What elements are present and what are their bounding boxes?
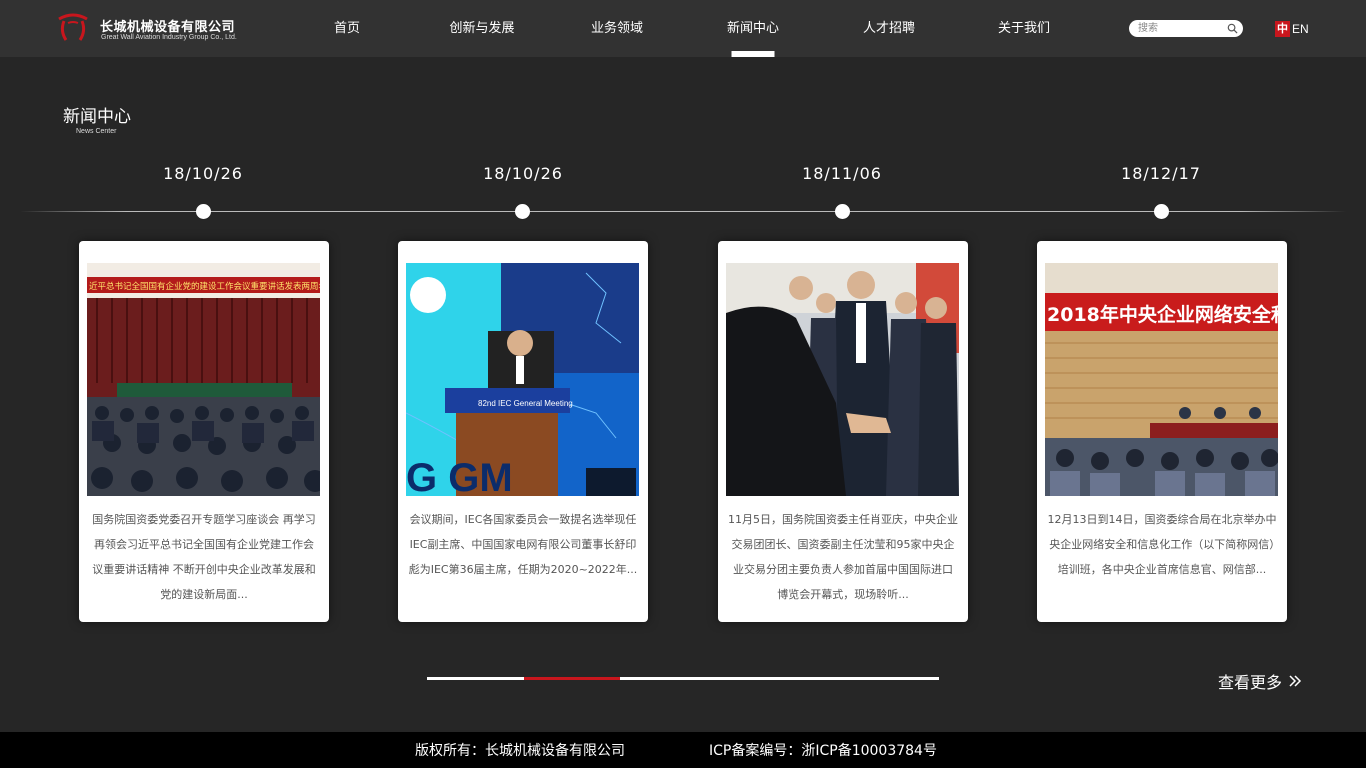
view-more-label: 查看更多 xyxy=(1218,673,1283,692)
search-box xyxy=(1129,20,1243,37)
nav-innovation[interactable]: 创新与发展 xyxy=(445,0,519,57)
double-chevron-right-icon xyxy=(1289,675,1302,687)
news-summary: 会议期间，IEC各国家委员会一致提名选举现任IEC副主席、中国国家电网有限公司董… xyxy=(408,513,638,576)
news-photo-meeting: 近平总书记全国国有企业党的建设工作会议重要讲话发表两周年学习座谈会 xyxy=(87,263,320,496)
news-photo-speech: 82nd IEC General Meeting G GM xyxy=(406,263,639,496)
search-icon[interactable] xyxy=(1227,23,1238,34)
news-summary: 12月13日到14日，国资委综合局在北京举办中央企业网络安全和信息化工作（以下简… xyxy=(1047,513,1277,576)
logo-company-name: 长城机械设备有限公司 xyxy=(100,20,236,35)
news-card[interactable]: 近平总书记全国国有企业党的建设工作会议重要讲话发表两周年学习座谈会 xyxy=(79,241,329,622)
news-card[interactable]: 11月5日，国务院国资委主任肖亚庆，中央企业交易团团长、国资委副主任沈莹和95家… xyxy=(718,241,968,622)
footer-copyright: 版权所有：长城机械设备有限公司 xyxy=(415,743,625,759)
timeline-date: 18/11/06 xyxy=(802,164,882,183)
timeline-dot[interactable] xyxy=(835,204,850,219)
footer-icp[interactable]: ICP备案编号：浙ICP备10003784号 xyxy=(709,740,937,760)
view-more-link[interactable]: 查看更多 xyxy=(1218,669,1302,693)
timeline-date: 18/12/17 xyxy=(1121,164,1201,183)
meeting-banner-text: 近平总书记全国国有企业党的建设工作会议重要讲话发表两周年学习座谈会 xyxy=(89,281,320,292)
timeline-date: 18/10/26 xyxy=(483,164,563,183)
news-photo-expo xyxy=(726,263,959,496)
podium-banner-text: 82nd IEC General Meeting xyxy=(478,399,573,408)
timeline-dot[interactable] xyxy=(1154,204,1169,219)
carousel-pager[interactable] xyxy=(427,677,939,680)
news-summary: 11月5日，国务院国资委主任肖亚庆，中央企业交易团团长、国资委副主任沈莹和95家… xyxy=(728,513,958,601)
news-summary: 国务院国资委党委召开专题学习座谈会 再学习再领会习近平总书记全国国有企业党建工作… xyxy=(92,513,316,601)
nav-news[interactable]: 新闻中心 xyxy=(721,0,785,57)
nav-business[interactable]: 业务领域 xyxy=(585,0,649,57)
site-footer: 版权所有：长城机械设备有限公司 ICP备案编号：浙ICP备10003784号 xyxy=(0,732,1366,768)
logo-icon xyxy=(58,13,88,41)
section-subtitle: News Center xyxy=(76,128,117,135)
nav-about[interactable]: 关于我们 xyxy=(992,0,1056,57)
nav-home[interactable]: 首页 xyxy=(320,0,374,57)
timeline-dot[interactable] xyxy=(515,204,530,219)
timeline-line xyxy=(20,211,1346,212)
timeline-dot[interactable] xyxy=(196,204,211,219)
search-input[interactable] xyxy=(1138,21,1223,36)
carousel-pager-active xyxy=(524,677,620,680)
site-logo[interactable]: 长城机械设备有限公司 Great Wall Aviation Industry … xyxy=(56,13,256,45)
timeline-date: 18/10/26 xyxy=(163,164,243,183)
news-card[interactable]: 2018年中央企业网络安全和信 12月13日到14日，国资委 xyxy=(1037,241,1287,622)
training-banner-text: 2018年中央企业网络安全和信 xyxy=(1047,303,1278,326)
logo-company-name-en: Great Wall Aviation Industry Group Co., … xyxy=(101,34,237,41)
section-title: 新闻中心 xyxy=(63,107,131,127)
backdrop-text: G GM xyxy=(406,456,513,496)
news-photo-training: 2018年中央企业网络安全和信 xyxy=(1045,263,1278,496)
site-header: 长城机械设备有限公司 Great Wall Aviation Industry … xyxy=(0,0,1366,57)
lang-en-option[interactable]: EN xyxy=(1292,22,1309,36)
nav-careers[interactable]: 人才招聘 xyxy=(857,0,921,57)
language-switcher: 中 EN xyxy=(1275,20,1309,37)
lang-zh-option[interactable]: 中 xyxy=(1275,20,1290,37)
news-card[interactable]: 82nd IEC General Meeting G GM 会议期间，IEC各国… xyxy=(398,241,648,622)
